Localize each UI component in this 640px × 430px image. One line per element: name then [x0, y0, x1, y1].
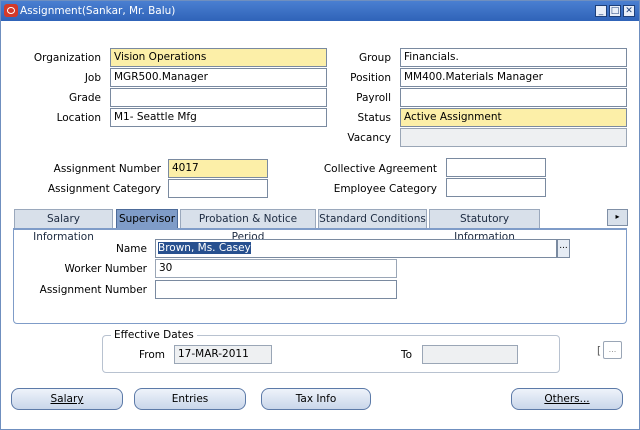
vacancy-field[interactable]: [400, 128, 627, 147]
position-field[interactable]: MM400.Materials Manager: [400, 68, 627, 87]
worker-number-label: Worker Number: [64, 263, 147, 275]
assignment-window: Assignment(Sankar, Mr. Balu) _ □ ✕ Organ…: [0, 0, 640, 430]
from-date-field[interactable]: 17-MAR-2011: [174, 345, 272, 364]
folder-toggle-icon[interactable]: ...: [603, 341, 622, 359]
tab-statutory-information[interactable]: Statutory Information: [429, 209, 540, 243]
job-label: Job: [84, 72, 101, 84]
status-field[interactable]: Active Assignment: [400, 108, 627, 127]
entries-button[interactable]: Entries: [134, 388, 246, 410]
folder-bracket: [: [597, 345, 602, 357]
to-label: To: [400, 349, 412, 361]
from-label: From: [138, 349, 165, 361]
employee-category-field[interactable]: [446, 178, 546, 197]
worker-number-field[interactable]: 30: [155, 259, 397, 278]
tab-salary-information[interactable]: Salary Information: [14, 209, 113, 243]
supervisor-name-label: Name: [116, 243, 147, 255]
location-label: Location: [56, 112, 101, 124]
supervisor-name-value: Brown, Ms. Casey: [158, 242, 251, 254]
list-of-values-button[interactable]: ...: [557, 239, 570, 258]
assignment-category-label: Assignment Category: [47, 183, 161, 195]
close-icon[interactable]: ✕: [623, 5, 635, 17]
tax-info-button[interactable]: Tax Info: [261, 388, 371, 410]
title-bar: Assignment(Sankar, Mr. Balu) _ □ ✕: [1, 1, 639, 21]
assignment-number-label: Assignment Number: [53, 163, 161, 175]
assignment-number-field[interactable]: 4017: [168, 159, 268, 178]
grade-label: Grade: [68, 92, 101, 104]
group-field[interactable]: Financials.: [400, 48, 627, 67]
tab-probation-notice-period[interactable]: Probation & Notice Period: [180, 209, 316, 243]
salary-button[interactable]: Salary: [11, 388, 123, 410]
tab-supervisor[interactable]: Supervisor: [116, 209, 178, 228]
vacancy-label: Vacancy: [347, 132, 391, 144]
assignment-category-field[interactable]: [168, 179, 268, 198]
organization-label: Organization: [33, 52, 101, 64]
tab-standard-conditions[interactable]: Standard Conditions: [318, 209, 427, 228]
others-button[interactable]: Others...: [511, 388, 623, 410]
collective-agreement-label: Collective Agreement: [323, 163, 437, 175]
window-title: Assignment(Sankar, Mr. Balu): [20, 5, 176, 17]
payroll-field[interactable]: [400, 88, 627, 107]
job-field[interactable]: MGR500.Manager: [110, 68, 327, 87]
tab-scroll-right-icon[interactable]: ▸: [607, 209, 628, 226]
grade-field[interactable]: [110, 88, 327, 107]
supervisor-assignment-number-label: Assignment Number: [39, 284, 147, 296]
supervisor-name-field[interactable]: Brown, Ms. Casey: [155, 239, 557, 258]
oracle-logo-icon: [4, 4, 18, 17]
status-label: Status: [357, 112, 391, 124]
effective-dates-title: Effective Dates: [111, 329, 197, 341]
collective-agreement-field[interactable]: [446, 158, 546, 177]
employee-category-label: Employee Category: [333, 183, 437, 195]
group-label: Group: [359, 52, 391, 64]
payroll-label: Payroll: [356, 92, 391, 104]
to-date-field[interactable]: [422, 345, 518, 364]
minimize-icon[interactable]: _: [595, 5, 607, 17]
supervisor-assignment-number-field[interactable]: [155, 280, 397, 299]
position-label: Position: [350, 72, 391, 84]
maximize-icon[interactable]: □: [609, 5, 621, 17]
organization-field[interactable]: Vision Operations: [110, 48, 327, 67]
location-field[interactable]: M1- Seattle Mfg: [110, 108, 327, 127]
